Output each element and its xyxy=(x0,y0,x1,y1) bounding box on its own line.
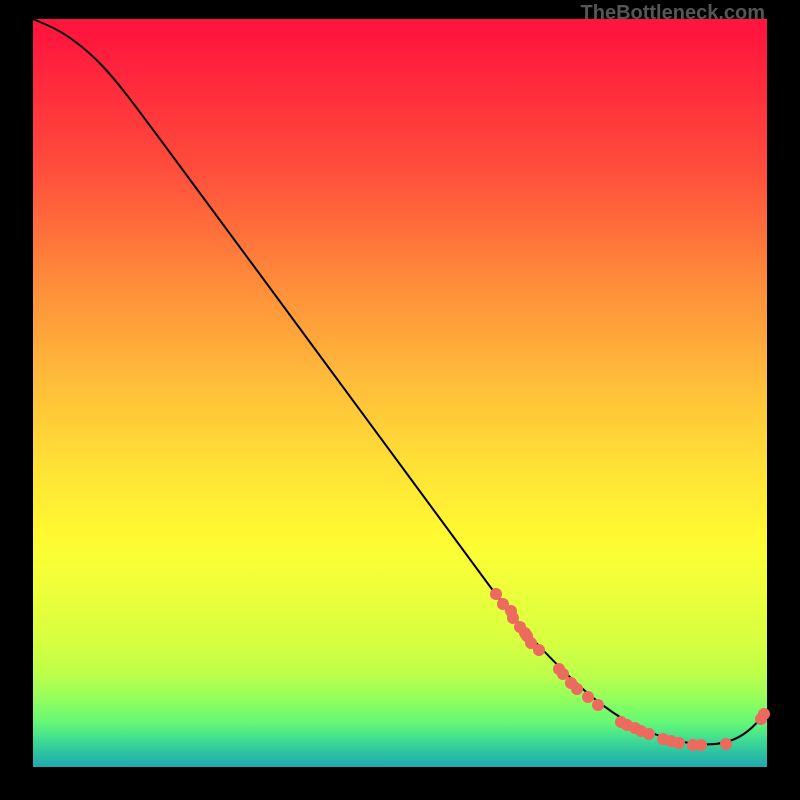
data-point-marker xyxy=(490,588,502,600)
data-point-marker xyxy=(758,708,770,720)
data-point-marker xyxy=(533,644,545,656)
data-point-marker xyxy=(571,683,583,695)
data-point-marker xyxy=(582,691,594,703)
data-point-marker xyxy=(720,738,732,750)
data-point-marker xyxy=(643,728,655,740)
data-point-marker xyxy=(695,739,707,751)
bottleneck-curve xyxy=(33,19,767,744)
data-point-marker xyxy=(592,699,604,711)
data-point-marker xyxy=(673,737,685,749)
chart-root: TheBottleneck.com xyxy=(0,0,800,800)
curve-layer xyxy=(33,19,767,767)
data-point-marker xyxy=(557,668,569,680)
marker-group xyxy=(490,588,770,751)
plot-area xyxy=(33,19,767,767)
